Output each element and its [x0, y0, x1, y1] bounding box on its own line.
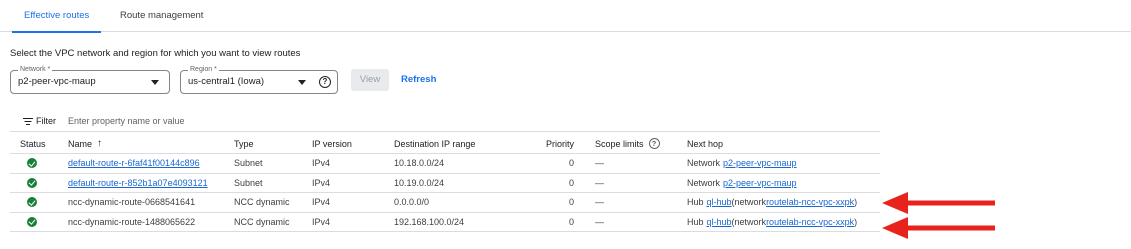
header-scope-limits[interactable]: Scope limits ? [595, 134, 660, 153]
route-ip-version: IPv4 [312, 177, 331, 188]
check-circle-icon [27, 158, 37, 169]
next-hop-network-prefix: (network [731, 216, 767, 227]
header-type[interactable]: Type [234, 134, 254, 153]
region-select[interactable]: Region * us-central1 (Iowa) ? [180, 65, 338, 94]
next-hop-prefix: Network [687, 177, 721, 188]
next-hop-link[interactable]: p2-peer-vpc-maup [723, 158, 797, 168]
status-cell [20, 193, 37, 212]
routes-table: Status Name ↑ Type IP version Destinatio… [10, 134, 880, 232]
route-type: NCC dynamic [234, 216, 290, 227]
help-icon[interactable]: ? [319, 76, 331, 88]
next-hop-prefix: Hub [687, 216, 704, 227]
route-name: ncc-dynamic-route-1488065622 [68, 216, 196, 227]
region-value: us-central1 (Iowa) [188, 76, 265, 87]
sort-ascending-icon[interactable]: ↑ [97, 138, 102, 149]
route-destination: 10.18.0.0/24 [394, 158, 445, 169]
filter-label: Filter [36, 116, 56, 126]
annotation-arrow [882, 192, 995, 214]
header-destination[interactable]: Destination IP range [394, 134, 475, 153]
view-button[interactable]: View [351, 69, 389, 91]
route-destination: 0.0.0.0/0 [394, 197, 430, 208]
filter-icon [23, 118, 33, 126]
route-type: Subnet [234, 177, 263, 188]
route-name-cell: ncc-dynamic-route-1488065622 [68, 213, 195, 232]
route-priority: 0 [568, 158, 574, 169]
route-ip-version: IPv4 [312, 197, 331, 208]
table-row[interactable]: default-route-r-6faf41f00144c896 Subnet IP… [10, 154, 880, 174]
network-select[interactable]: Network * p2-peer-vpc-maup [10, 65, 170, 94]
route-scope-limits: — [595, 158, 604, 169]
check-circle-icon [27, 216, 37, 227]
route-priority: 0 [568, 177, 574, 188]
tab-route-management[interactable]: Route management [108, 0, 215, 32]
next-hop-network-link[interactable]: routelab-ncc-vpc-xxpk [766, 217, 854, 227]
header-name-label: Name [68, 138, 93, 149]
network-label: Network * [18, 65, 53, 75]
dropdown-arrow-icon [298, 80, 306, 85]
next-hop-link[interactable]: p2-peer-vpc-maup [723, 178, 797, 188]
next-hop-suffix: ) [854, 216, 858, 227]
route-scope-limits: — [595, 216, 604, 227]
help-icon[interactable]: ? [648, 138, 660, 149]
header-status: Status [20, 138, 46, 149]
route-next-hop: Network p2-peer-vpc-maup [687, 154, 797, 173]
status-cell [20, 154, 37, 173]
route-next-hop: Hub ql-hub (network routelab-ncc-vpc-xxp… [687, 193, 857, 212]
next-hop-prefix: Hub [687, 197, 704, 208]
instruction-text: Select the VPC network and region for wh… [10, 48, 301, 59]
next-hop-suffix: ) [854, 197, 858, 208]
route-next-hop: Hub ql-hub (network routelab-ncc-vpc-xxp… [687, 213, 857, 232]
header-next-hop[interactable]: Next hop [687, 134, 723, 153]
route-name-cell[interactable]: default-route-r-6faf41f00144c896 [68, 154, 200, 173]
route-name-cell: ncc-dynamic-route-0668541641 [68, 193, 195, 212]
tab-effective-routes[interactable]: Effective routes [12, 0, 102, 33]
route-destination: 10.19.0.0/24 [394, 177, 445, 188]
status-cell [20, 213, 37, 232]
route-type: Subnet [234, 158, 263, 169]
route-type: NCC dynamic [234, 197, 290, 208]
route-next-hop: Network p2-peer-vpc-maup [687, 174, 797, 193]
region-label: Region * [188, 65, 219, 75]
route-destination: 192.168.100.0/24 [394, 216, 465, 227]
filter-input[interactable]: Enter property name or value [68, 116, 185, 126]
next-hop-network-prefix: (network [731, 197, 767, 208]
status-cell [20, 174, 37, 193]
refresh-button[interactable]: Refresh [397, 69, 440, 91]
tab-bar: Effective routes Route management [0, 0, 1131, 33]
header-ip-version[interactable]: IP version [312, 134, 352, 153]
header-name[interactable]: Name ↑ [68, 134, 102, 153]
next-hop-link[interactable]: ql-hub [707, 197, 732, 207]
route-name: ncc-dynamic-route-0668541641 [68, 197, 196, 208]
next-hop-prefix: Network [687, 158, 721, 169]
dropdown-arrow-icon [151, 80, 159, 85]
route-priority: 0 [568, 197, 574, 208]
filter-bar[interactable]: Filter Enter property name or value [10, 112, 880, 132]
route-ip-version: IPv4 [312, 158, 331, 169]
table-row[interactable]: default-route-r-852b1a07e4093121 Subnet IP… [10, 174, 880, 193]
route-name-cell[interactable]: default-route-r-852b1a07e4093121 [68, 174, 208, 193]
check-circle-icon [27, 177, 37, 188]
route-name[interactable]: default-route-r-852b1a07e4093121 [68, 178, 208, 188]
table-row[interactable]: ncc-dynamic-route-1488065622 NCC dynamic I… [10, 213, 880, 232]
route-priority: 0 [568, 216, 574, 227]
header-scope-label: Scope limits [595, 138, 644, 149]
next-hop-link[interactable]: ql-hub [707, 217, 732, 227]
route-ip-version: IPv4 [312, 216, 331, 227]
annotation-arrow [882, 217, 995, 239]
network-value: p2-peer-vpc-maup [18, 76, 96, 87]
table-header: Status Name ↑ Type IP version Destinatio… [10, 134, 880, 154]
check-circle-icon [27, 197, 37, 208]
route-scope-limits: — [595, 197, 604, 208]
route-name[interactable]: default-route-r-6faf41f00144c896 [68, 158, 200, 168]
route-scope-limits: — [595, 177, 604, 188]
table-row[interactable]: ncc-dynamic-route-0668541641 NCC dynamic I… [10, 193, 880, 213]
next-hop-network-link[interactable]: routelab-ncc-vpc-xxpk [766, 197, 854, 207]
header-priority[interactable]: Priority [532, 134, 574, 153]
